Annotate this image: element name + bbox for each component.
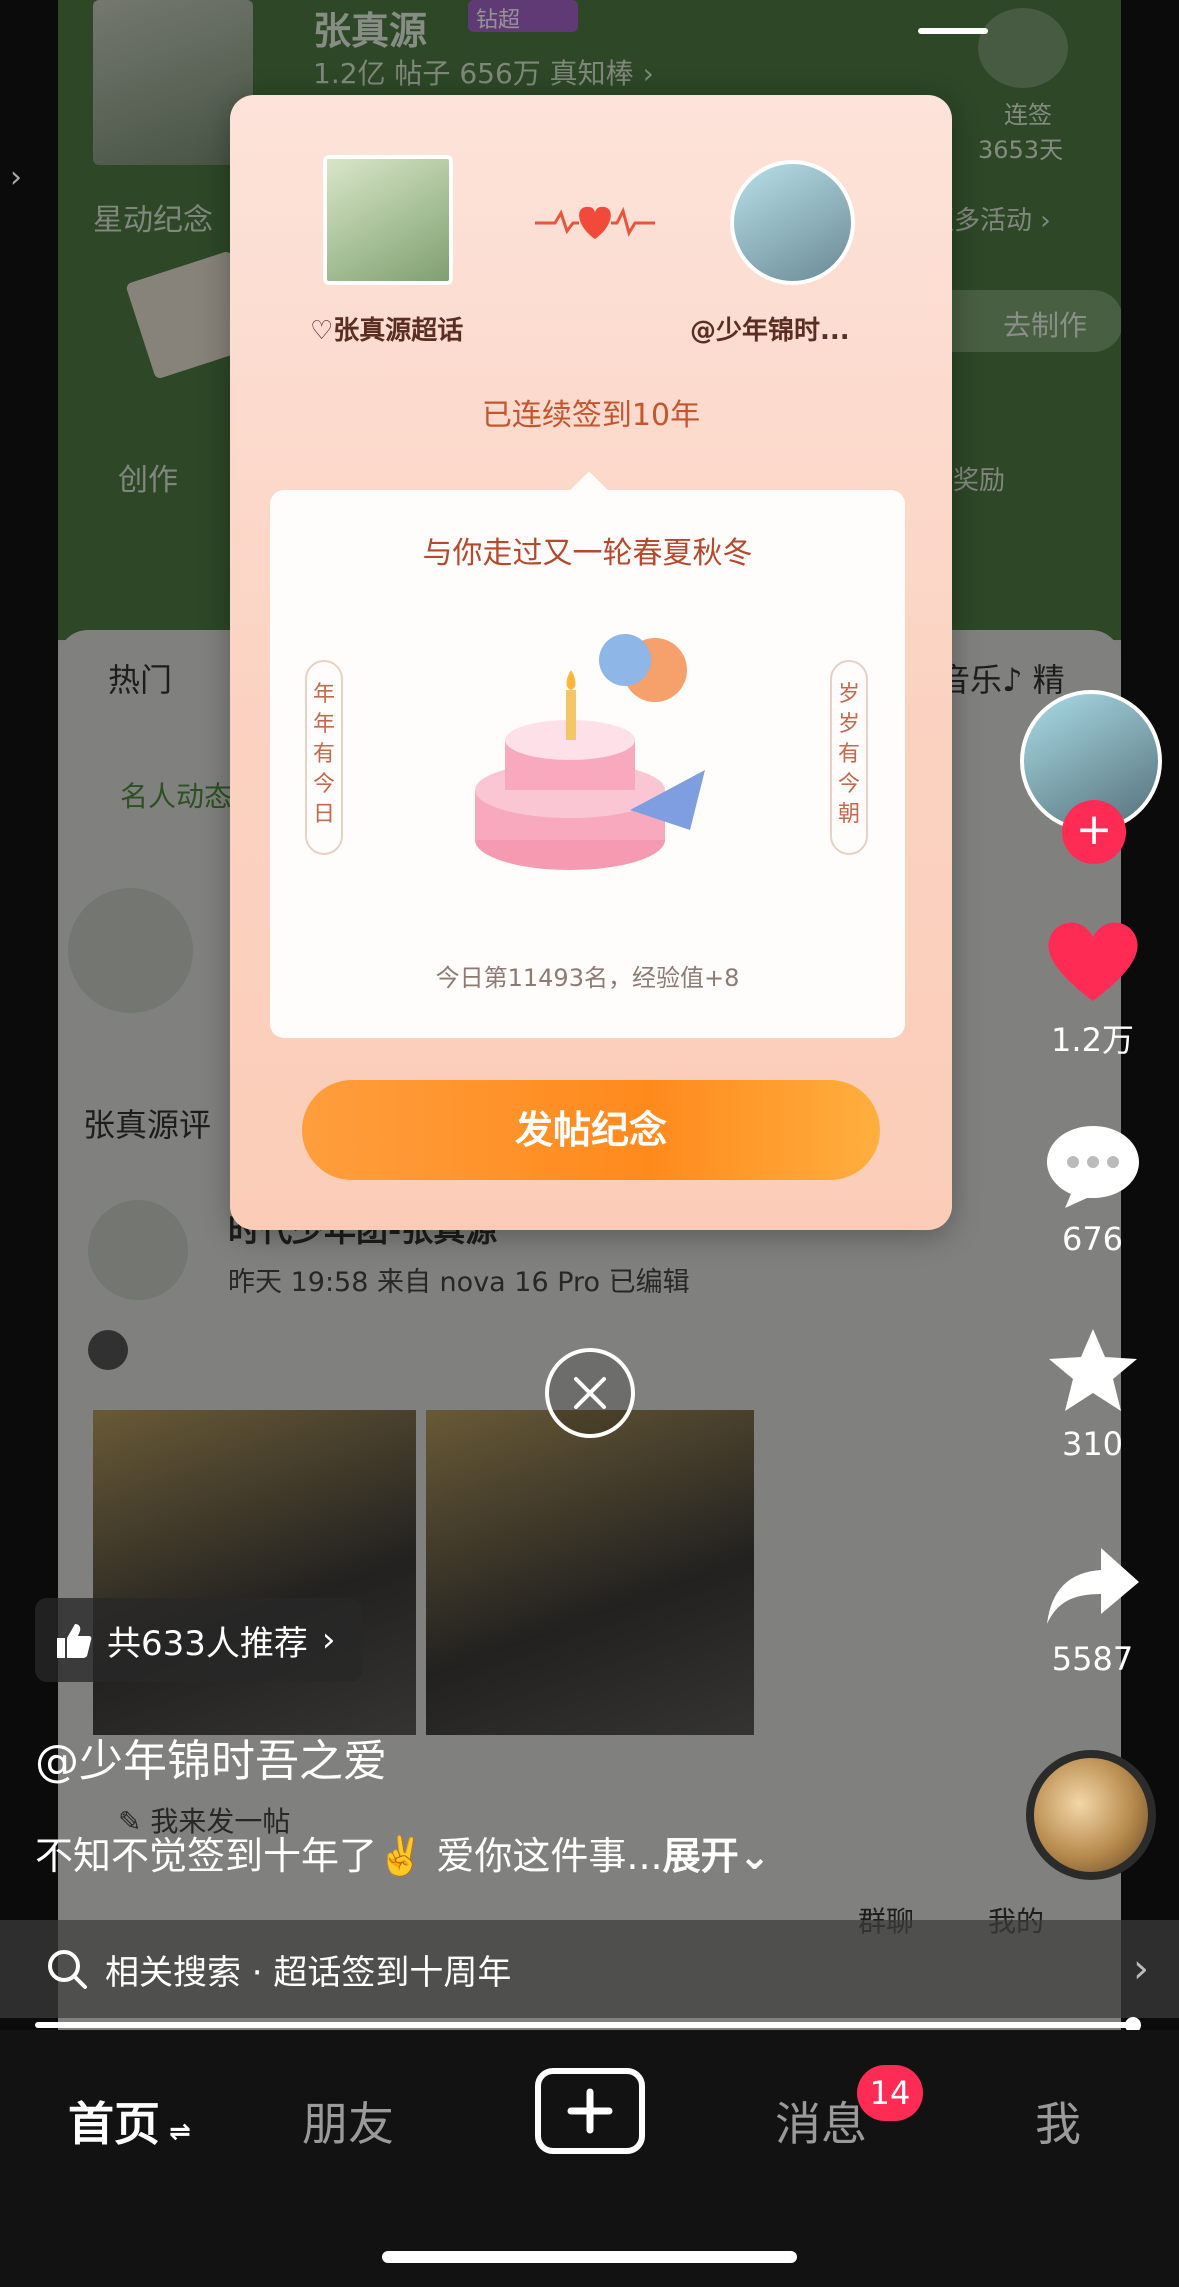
share-button[interactable]: 5587 (1020, 1540, 1165, 1678)
video-caption: 不知不觉签到十年了✌️ 爱你这件事...展开⌄ (35, 1825, 770, 1880)
comment-bubble-icon (1046, 1126, 1139, 1208)
top-indicator (918, 28, 988, 34)
comment-count: 676 (1061, 1220, 1124, 1258)
consecutive-sign-text: 已连续签到10年 (481, 398, 701, 433)
share-arrow-icon (1046, 1548, 1139, 1624)
close-icon (545, 1348, 635, 1438)
tab-friends[interactable]: 朋友 (302, 2088, 394, 2154)
tab-me[interactable]: 我 (1035, 2088, 1081, 2154)
star-icon (1048, 1329, 1137, 1411)
plus-icon (567, 2088, 613, 2134)
search-icon (48, 1950, 87, 1989)
follow-plus-icon[interactable]: + (1062, 800, 1126, 864)
tab-messages[interactable]: 消息 (775, 2088, 867, 2154)
tab-home-label: 首页 (68, 2097, 160, 2151)
chevron-right-icon: › (10, 160, 22, 195)
post-commemorate-button: 发帖纪念 (302, 1080, 880, 1180)
like-count: 1.2万 (1051, 1021, 1134, 1059)
chevron-right-icon: › (321, 1620, 336, 1660)
related-search-text: 相关搜索 · 超话签到十周年 (105, 1952, 512, 1993)
bottom-tab-bar: 首页 ⇌ 朋友 消息 14 我 (0, 2030, 1179, 2287)
anniversary-card: 与你走过又一轮春夏秋冬 年年有今日 岁岁有今朝 今日第11493名，经验值+8 (270, 490, 905, 1038)
topic-label: ♡张真源超话 (310, 316, 464, 346)
rank-text: 今日第11493名，经验值+8 (435, 964, 740, 992)
heart-icon (1047, 922, 1138, 1001)
comment-button[interactable]: 676 (1020, 1120, 1165, 1258)
birthday-cake-icon (475, 634, 705, 870)
expand-link[interactable]: 展开⌄ (663, 1834, 771, 1878)
related-search-bar[interactable]: 相关搜索 · 超话签到十周年 › (0, 1920, 1179, 2018)
favorite-count: 310 (1061, 1425, 1124, 1463)
music-disc[interactable] (1026, 1750, 1156, 1880)
user-label: @少年锦时... (690, 316, 850, 346)
thumbs-up-icon (57, 1624, 92, 1658)
messages-badge: 14 (857, 2065, 923, 2121)
chevron-right-icon: › (1133, 1946, 1149, 1992)
author-handle[interactable]: @少年锦时吾之爱 (35, 1725, 387, 1789)
scroll-right: 岁岁有今朝 (830, 660, 868, 855)
caption-text: 不知不觉签到十年了✌️ 爱你这件事... (35, 1834, 663, 1878)
favorite-button[interactable]: 310 (1020, 1325, 1165, 1463)
home-indicator (382, 2251, 797, 2263)
share-count: 5587 (1051, 1640, 1134, 1678)
heart-pulse-icon (535, 206, 655, 239)
sign-in-anniversary-popup: ♡张真源超话 @少年锦时... 已连续签到10年 与你走过又一轮春夏秋冬 年年有… (230, 95, 952, 1230)
tab-home[interactable]: 首页 ⇌ (68, 2088, 191, 2154)
scroll-left: 年年有今日 (305, 660, 343, 855)
create-button[interactable] (535, 2068, 645, 2154)
topic-avatar (323, 155, 453, 285)
recommend-chip[interactable]: 共633人推荐 › (35, 1598, 362, 1682)
video-progress-bar[interactable] (35, 2017, 1141, 2033)
like-button[interactable]: 1.2万 (1020, 915, 1165, 1061)
card-title: 与你走过又一轮春夏秋冬 (422, 536, 753, 571)
recommend-text: 共633人推荐 (107, 1623, 308, 1664)
user-avatar (730, 160, 855, 285)
